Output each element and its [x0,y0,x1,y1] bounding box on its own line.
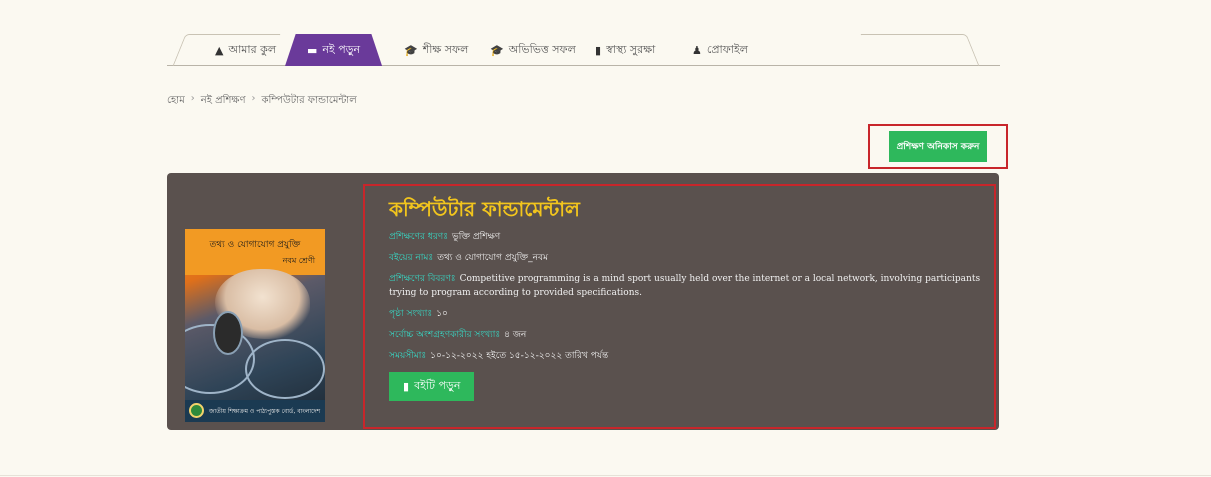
tab-right-edge [860,34,980,66]
course-card: তথ্য ও যোগাযোগ প্রযুক্তি নবম শ্রেণী জাতী… [167,173,999,430]
tab-label: প্রোফাইল [706,42,748,56]
tab-guardian-success[interactable]: 🎓 অভিভিত্ত সফল [490,34,576,66]
breadcrumb-separator: › [251,93,256,104]
course-participants-value: ৪ জন [504,330,527,340]
tab-my-school[interactable]: ▲ আমার কুল [215,34,276,66]
cover-footer-text: জাতীয় শিক্ষাক্রম ও পাঠ্যপুস্তক বোর্ড, ব… [209,408,321,415]
page-divider [0,475,1211,476]
book-icon: ▮ [403,380,410,393]
tab-label: আমার কুল [228,42,277,56]
main-nav-tabs: ▲ আমার কুল ▬ নই পড়ুন 🎓 শীক্ষ সফল 🎓 অভিভ… [167,28,1000,66]
book-icon: ▬ [307,43,318,57]
read-book-label: বইটি পড়ুন [414,379,461,392]
tab-read-book[interactable]: ▬ নই পড়ুন [285,34,383,66]
course-desc-label: প্রশিক্ষণের বিবরণঃ [389,274,456,284]
course-title: কম্পিউটার ফান্ডামেন্টাল [389,197,580,221]
course-type-label: প্রশিক্ষণের ধরণঃ [389,232,449,242]
course-deadline-value: ১০-১২-২০২২ হইতে ১৫-১২-২০২২ তারিখ পর্যন্ত [430,351,609,361]
course-participants-label: সর্বোচ্চ অংশগ্রহণকারীর সংখ্যাঃ [389,330,501,340]
action-button-highlight: প্রশিক্ষণ অনিকাস করুন [868,124,1008,169]
course-book-label: বইয়ের নামঃ [389,253,434,263]
cover-band [185,229,325,275]
tab-profile[interactable]: ♟ প্রোফাইল [692,34,748,66]
tab-label: শীক্ষ সফল [422,42,469,56]
cover-footer: জাতীয় শিক্ষাক্রম ও পাঠ্যপুস্তক বোর্ড, ব… [185,400,325,422]
course-book-value: তথ্য ও যোগাযোগ প্রযুক্তি_নবম [437,253,548,263]
tab-label: স্বাস্থ্য সুরক্ষা [606,42,656,56]
course-description: প্রশিক্ষণের বিবরণঃ Competitive programmin… [389,272,984,300]
graduate-icon: 🎓 [490,43,504,57]
user-icon: ♟ [692,43,702,57]
breadcrumb-training[interactable]: নই প্রশিক্ষণ [201,93,246,110]
teacher-icon: 🎓 [404,43,418,57]
breadcrumb: হোম › নই প্রশিক্ষণ › কম্পিউটার ফান্ডামেন… [167,93,357,110]
course-type: প্রশিক্ষণের ধরণঃ ভুক্তি প্রশিক্ষণ [389,230,984,244]
course-desc-value: Competitive programming is a mind sport … [389,274,981,298]
cover-cable-arc [245,339,325,399]
course-pages-label: পৃষ্ঠা সংখ্যাঃ [389,309,433,319]
course-pages-value: ১০ [436,309,448,319]
board-logo-icon [189,403,204,418]
tab-teacher-success[interactable]: 🎓 শীক্ষ সফল [404,34,468,66]
breadcrumb-home[interactable]: হোম [167,93,185,110]
cover-subtitle: নবম শ্রেণী [282,256,315,265]
course-type-value: ভুক্তি প্রশিক্ষণ [452,232,501,242]
course-deadline: সময়সীমাঃ ১০-১২-২০২২ হইতে ১৫-১২-২০২২ তারি… [389,349,984,363]
complete-training-button[interactable]: প্রশিক্ষণ অনিকাস করুন [888,131,988,162]
breadcrumb-separator: › [190,93,195,104]
cover-mouse-illustration [213,311,243,355]
home-icon: ▲ [215,43,224,57]
tab-label: অভিভিত্ত সফল [508,42,576,56]
course-book: বইয়ের নামঃ তথ্য ও যোগাযোগ প্রযুক্তি_নবম [389,251,984,265]
breadcrumb-current: কম্পিউটার ফান্ডামেন্টাল [261,95,357,106]
course-pages: পৃষ্ঠা সংখ্যাঃ ১০ [389,307,984,321]
cover-title: তথ্য ও যোগাযোগ প্রযুক্তি [209,240,301,250]
course-deadline-label: সময়সীমাঃ [389,351,427,361]
book-cover-image: তথ্য ও যোগাযোগ প্রযুক্তি নবম শ্রেণী জাতী… [185,229,325,422]
course-participants: সর্বোচ্চ অংশগ্রহণকারীর সংখ্যাঃ ৪ জন [389,328,984,342]
course-info-highlight: কম্পিউটার ফান্ডামেন্টাল প্রশিক্ষণের ধরণঃ… [363,184,996,429]
document-icon: ▮ [595,43,602,57]
tab-label: নই পড়ুন [322,42,361,56]
read-book-button[interactable]: ▮ বইটি পড়ুন [389,372,475,401]
tab-health-safety[interactable]: ▮ স্বাস্থ্য সুরক্ষা [595,34,655,66]
